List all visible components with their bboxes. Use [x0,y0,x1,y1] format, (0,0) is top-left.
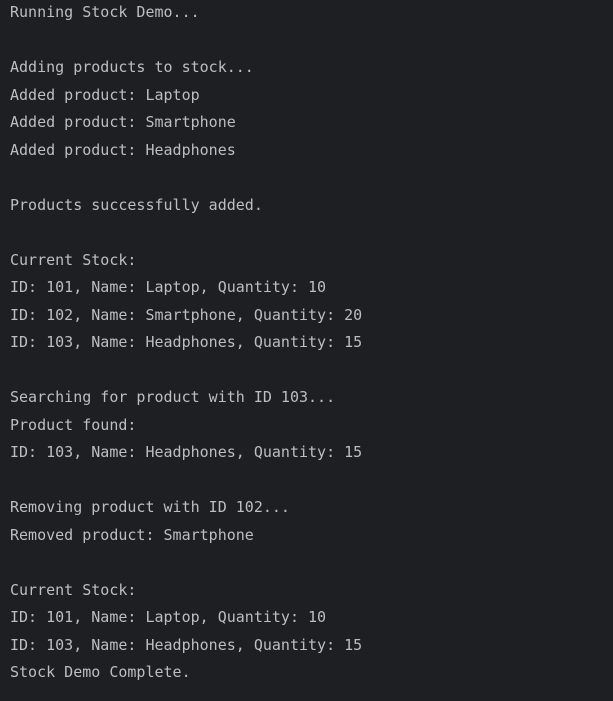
console-line: Adding products to stock... [10,58,254,76]
console-line-blank [10,357,362,385]
console-line: ID: 103, Name: Headphones, Quantity: 15 [10,635,363,654]
console-line: Product found: [10,415,137,434]
console-line: Added product: Laptop [10,85,200,104]
console-line: Removed product: Smartphone [10,525,254,544]
console-line-blank [10,27,362,55]
console-line: ID: 103, Name: Headphones, Quantity: 15 [10,333,363,351]
console-line: Products successfully added. [10,195,263,214]
console-line: Running Stock Demo... [10,3,200,21]
console-line-blank [10,164,362,192]
console-line: Current Stock: [10,580,137,599]
console-line-blank [10,549,362,577]
console-line: Removing product with ID 102... [10,498,290,516]
console-line: Current Stock: [10,250,137,269]
console-line: ID: 103, Name: Headphones, Quantity: 15 [10,443,363,461]
console-line: Searching for product with ID 103... [10,388,336,406]
console-line-blank [10,467,362,495]
console-line: ID: 101, Name: Laptop, Quantity: 10 [10,278,327,296]
console-line: ID: 102, Name: Smartphone, Quantity: 20 [10,305,363,324]
console-output-lines: Running Stock Demo... Adding products to… [10,0,362,687]
console-line: Added product: Smartphone [10,113,236,131]
console-line: ID: 101, Name: Laptop, Quantity: 10 [10,608,327,626]
console-line: Stock Demo Complete. [10,663,191,681]
console-line: Added product: Headphones [10,140,236,159]
console-line-blank [10,219,362,247]
console-output-panel[interactable]: Running Stock Demo... Adding products to… [0,0,613,701]
